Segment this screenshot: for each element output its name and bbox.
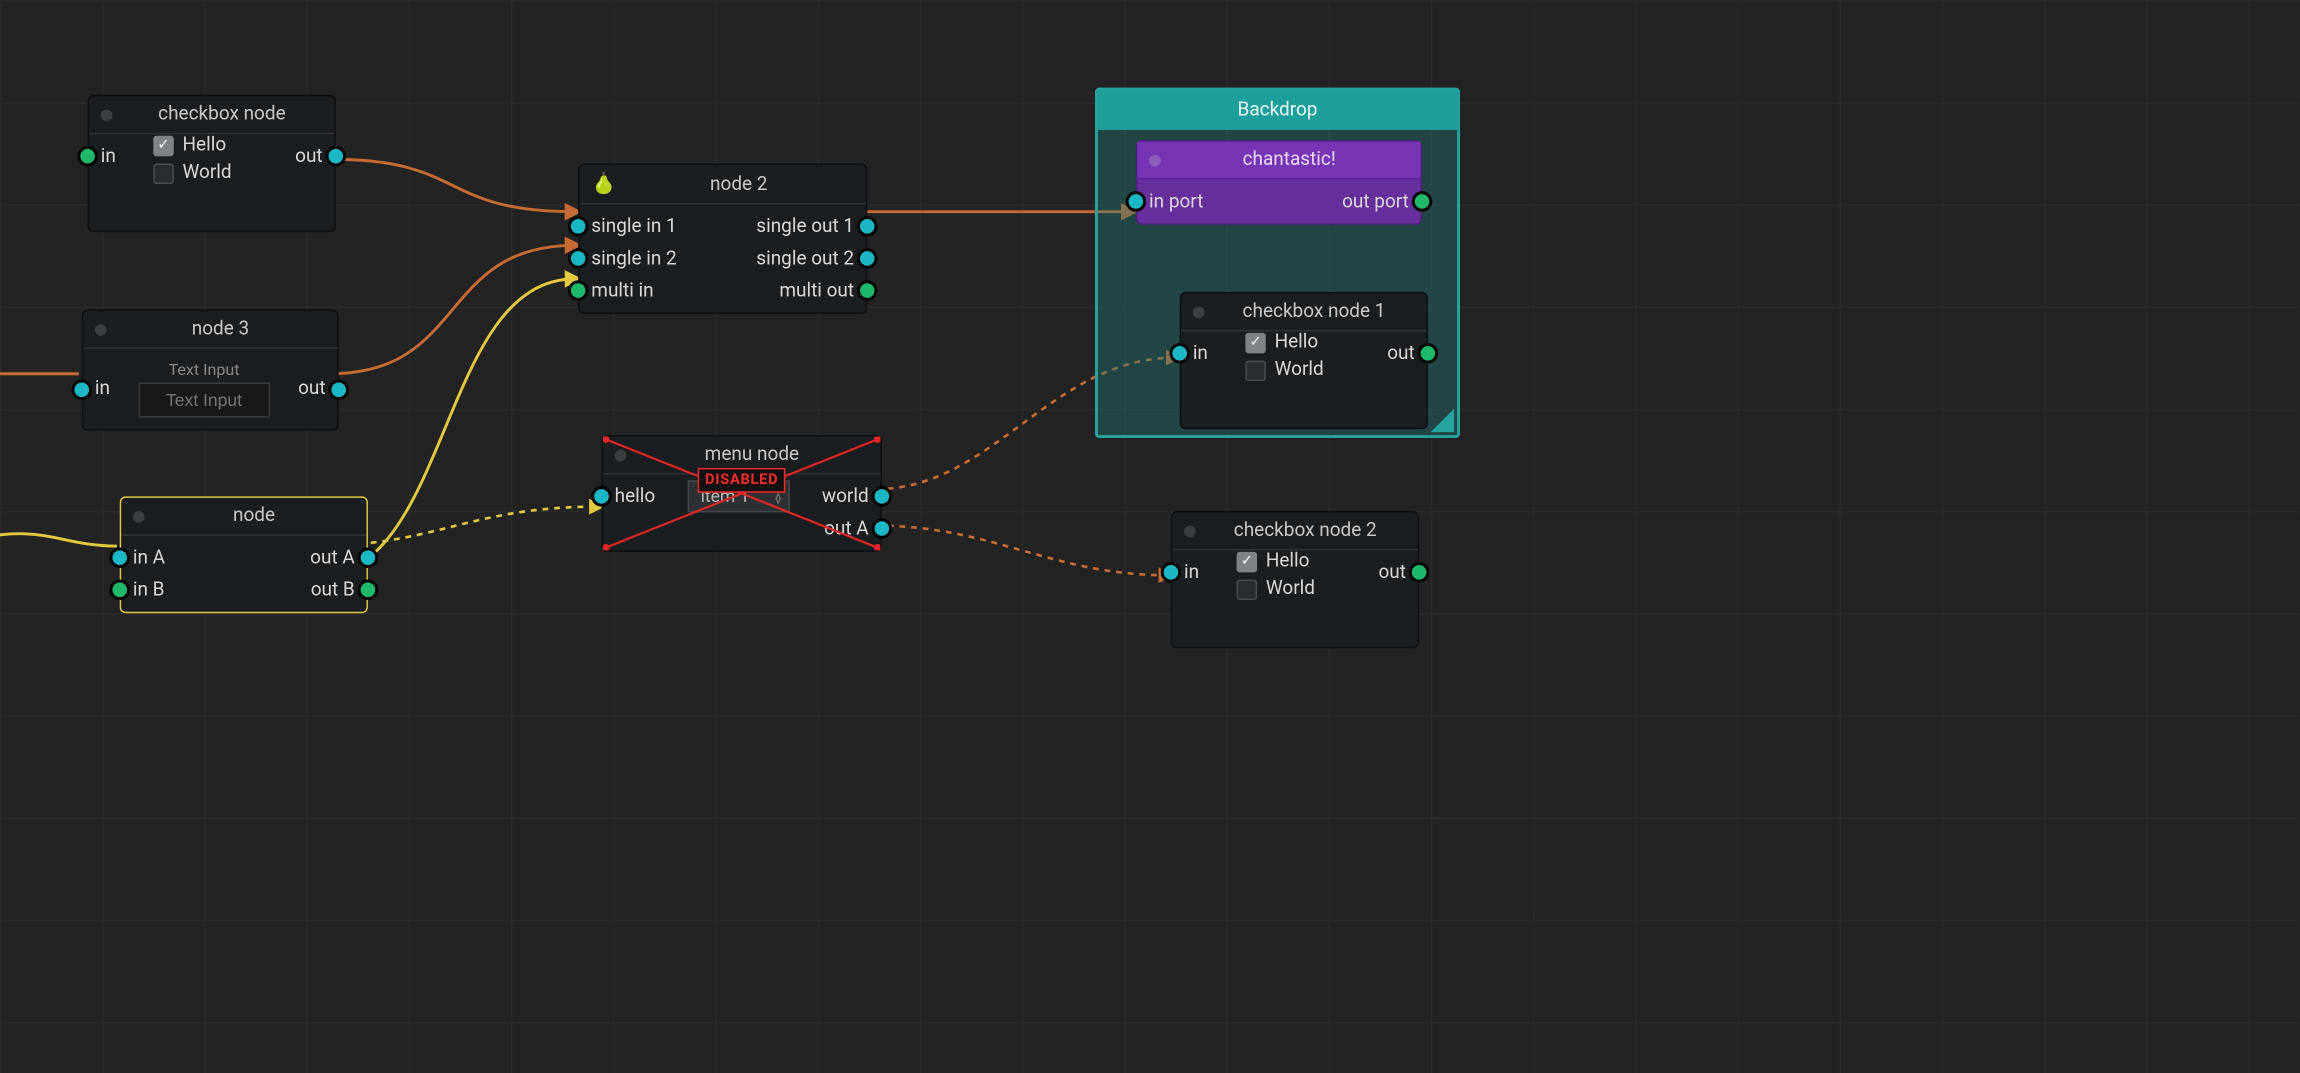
node-title: checkbox node 1 [1213, 301, 1414, 323]
port-label: out A [310, 547, 355, 569]
node-status-dot [133, 510, 145, 522]
port-label-out: out [1387, 342, 1415, 364]
backdrop-title: Backdrop [1098, 91, 1457, 130]
node-title: node [153, 505, 354, 527]
port-label-in: in [101, 145, 116, 167]
port-label-in: in [95, 378, 110, 400]
node-title: node 3 [115, 318, 325, 340]
resize-handle-icon[interactable] [1431, 409, 1454, 432]
checkbox-hello[interactable] [1237, 551, 1257, 571]
port-out[interactable] [1412, 191, 1432, 211]
disabled-badge: DISABLED [698, 467, 786, 492]
node-title: node 2 [623, 173, 854, 195]
port-out-a[interactable] [358, 548, 378, 568]
port-in-a[interactable] [110, 548, 130, 568]
port-label: single out 2 [756, 247, 854, 269]
node-basic[interactable]: node in A out A in B out B [120, 496, 368, 613]
port-in[interactable] [1169, 343, 1189, 363]
port-single-in-2[interactable] [568, 248, 588, 268]
port-in[interactable] [1161, 562, 1181, 582]
checkbox-world[interactable] [1237, 579, 1257, 599]
checkbox-hello[interactable] [1245, 332, 1265, 352]
node-status-dot [1193, 306, 1205, 318]
port-out[interactable] [326, 146, 346, 166]
port-label: in B [133, 579, 165, 601]
pear-icon: 🍐 [591, 172, 614, 195]
node-title: menu node [635, 444, 869, 466]
port-in[interactable] [77, 146, 97, 166]
port-label-in: in [1193, 342, 1208, 364]
port-single-out-2[interactable] [857, 248, 877, 268]
port-label-out: out [295, 145, 323, 167]
checkbox-hello[interactable] [153, 135, 173, 155]
port-out[interactable] [1409, 562, 1429, 582]
port-label: multi out [779, 280, 854, 302]
input-label: Text Input [110, 361, 298, 380]
node-title: chantastic! [1169, 149, 1408, 171]
checkbox-label: Hello [1275, 331, 1319, 353]
port-out[interactable] [1418, 343, 1438, 363]
node-checkbox-1[interactable]: checkbox node 1 in out Hello World [1180, 292, 1428, 429]
port-out-b[interactable] [358, 580, 378, 600]
port-single-in-1[interactable] [568, 216, 588, 236]
text-input[interactable] [138, 383, 269, 418]
checkbox-label: Hello [183, 134, 227, 156]
port-in[interactable] [72, 379, 92, 399]
node-status-dot [95, 323, 107, 335]
port-label: out A [824, 518, 869, 540]
port-in-b[interactable] [110, 580, 130, 600]
checkbox-label: World [1266, 578, 1315, 600]
port-label-out: out [298, 378, 326, 400]
port-out-a[interactable] [872, 518, 892, 538]
port-label-in: in port [1149, 191, 1203, 213]
node-status-dot [1184, 525, 1196, 537]
port-world[interactable] [872, 486, 892, 506]
checkbox-world[interactable] [1245, 360, 1265, 380]
node-title: checkbox node 2 [1205, 520, 1406, 542]
node-status-dot [1149, 154, 1161, 166]
node-checkbox-2[interactable]: checkbox node 2 in out Hello World [1171, 511, 1419, 648]
port-label: single in 2 [591, 247, 676, 269]
port-label-out: out [1378, 561, 1406, 583]
checkbox-label: Hello [1266, 550, 1310, 572]
port-multi-in[interactable] [568, 280, 588, 300]
port-label: single in 1 [591, 215, 676, 237]
node-status-dot [615, 449, 627, 461]
port-label-in: in [1184, 561, 1199, 583]
checkbox-world[interactable] [153, 163, 173, 183]
port-label: hello [615, 485, 656, 507]
port-out[interactable] [329, 379, 349, 399]
port-hello[interactable] [591, 486, 611, 506]
node-chantastic[interactable]: chantastic! in port out port [1136, 140, 1422, 225]
node-graph-canvas[interactable]: Backdrop checkbox node in out Hello Worl… [0, 0, 2300, 1073]
port-label-out: out port [1342, 191, 1409, 213]
node-checkbox[interactable]: checkbox node in out Hello World [88, 95, 336, 232]
node-3[interactable]: node 3 in Text Input out [82, 310, 339, 431]
checkbox-label: World [1275, 359, 1324, 381]
checkbox-label: World [183, 162, 232, 184]
node-title: checkbox node [121, 104, 322, 126]
port-in[interactable] [1126, 191, 1146, 211]
node-menu[interactable]: menu node hello item 1 world out A [602, 435, 882, 552]
node-2[interactable]: 🍐 node 2 single in 1 single out 1 single… [578, 164, 867, 314]
port-label: single out 1 [756, 215, 854, 237]
port-label: in A [133, 547, 165, 569]
node-status-dot [101, 109, 113, 121]
port-single-out-1[interactable] [857, 216, 877, 236]
port-multi-out[interactable] [857, 280, 877, 300]
port-label: multi in [591, 280, 653, 302]
port-label: out B [311, 579, 355, 601]
port-label: world [822, 485, 869, 507]
